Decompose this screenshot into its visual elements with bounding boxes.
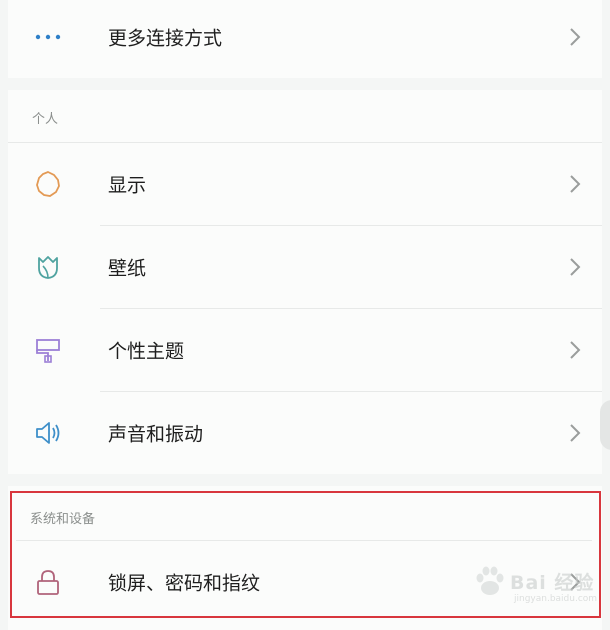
edge-handle[interactable] — [600, 400, 610, 450]
more-dots-icon — [32, 21, 64, 53]
settings-item-label: 锁屏、密码和指纹 — [108, 572, 261, 595]
speaker-icon — [32, 417, 64, 449]
more-connections-label: 更多连接方式 — [108, 27, 223, 50]
personal-section: 个人 显示 壁纸 个性主题 声音和振动 — [8, 90, 602, 474]
lock-icon — [32, 566, 64, 598]
chevron-right-icon — [570, 424, 581, 442]
paint-roller-icon — [32, 334, 64, 366]
tulip-icon — [32, 251, 64, 283]
section-header-system: 系统和设备 — [30, 512, 96, 527]
settings-item-sound[interactable]: 声音和振动 — [8, 392, 602, 474]
chevron-right-icon — [570, 28, 581, 46]
settings-item-label: 显示 — [108, 174, 147, 197]
connections-section: 更多连接方式 — [8, 0, 602, 78]
settings-item-label: 声音和振动 — [108, 423, 204, 446]
chevron-right-icon — [570, 258, 581, 276]
sun-icon — [32, 168, 64, 200]
settings-item-display[interactable]: 显示 — [8, 143, 602, 225]
settings-item-label: 个性主题 — [108, 340, 185, 363]
settings-item-theme[interactable]: 个性主题 — [8, 309, 602, 391]
watermark-text: Bai 经验 — [510, 572, 595, 594]
paw-icon — [476, 566, 504, 595]
settings-item-label: 壁纸 — [108, 257, 147, 280]
more-connections-row[interactable]: 更多连接方式 — [8, 0, 602, 78]
section-header-personal: 个人 — [32, 112, 59, 127]
settings-item-wallpaper[interactable]: 壁纸 — [8, 226, 602, 308]
chevron-right-icon — [570, 341, 581, 359]
watermark-url: jingyan.baidu.com — [514, 594, 598, 604]
chevron-right-icon — [570, 175, 581, 193]
baidu-watermark: Bai 经验 jingyan.baidu.com — [470, 562, 600, 612]
